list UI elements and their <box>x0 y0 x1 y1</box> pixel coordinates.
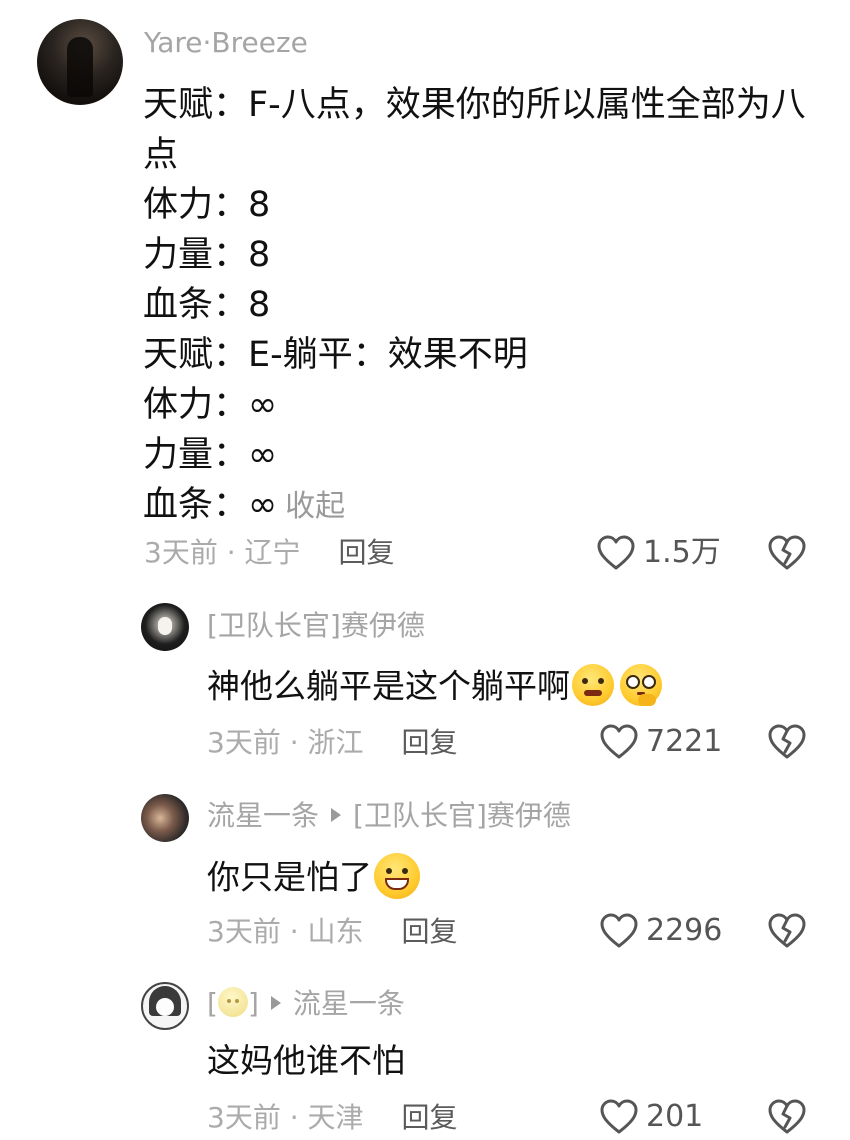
triangle-right-icon <box>331 808 342 822</box>
broken-heart-icon <box>768 535 806 570</box>
reply-location: 天津 <box>307 1101 364 1134</box>
reply-meta: 3天前 · 山东 回复 <box>207 918 458 946</box>
grin-emoji-icon <box>374 853 420 899</box>
grimace-emoji-icon <box>572 664 614 706</box>
comment-meta: 3天前 · 辽宁 回复 <box>144 539 395 567</box>
reply-time: 3天前 <box>207 915 281 948</box>
thinking-emoji-icon <box>620 664 662 706</box>
avatar[interactable] <box>141 603 189 651</box>
meta-separator: · <box>280 915 308 948</box>
reply-meta: 3天前 · 浙江 回复 <box>207 729 458 757</box>
collapse-link[interactable]: 收起 <box>285 489 345 524</box>
comment-thread: Yare·Breeze 天赋：F-八点，效果你的所以属性全部为八 点 体力：8 … <box>0 0 850 1140</box>
comment-line: 点 <box>143 135 179 175</box>
triangle-right-icon <box>270 996 281 1010</box>
reply-body: 神他么躺平是这个躺平啊 <box>207 664 662 709</box>
comment-line: 天赋：E-躺平：效果不明 <box>143 335 528 375</box>
reply-body: 你只是怕了 <box>207 853 420 902</box>
heart-outline-icon <box>597 535 635 570</box>
reply-to-username[interactable]: [卫队长官]赛伊德 <box>353 799 571 832</box>
reply-text: 神他么躺平是这个躺平啊 <box>207 666 570 706</box>
broken-heart-icon <box>768 724 806 759</box>
like-count: 1.5万 <box>643 535 721 570</box>
comment-last-line: 血条：∞ 收起 <box>143 480 823 530</box>
reply-button[interactable]: 回复 <box>402 915 458 948</box>
comment-line: 体力：∞ <box>143 385 278 425</box>
reply-text: 这妈他谁不怕 <box>207 1041 405 1080</box>
comment-line: 血条：∞ <box>143 485 278 525</box>
meta-separator: · <box>280 1101 308 1134</box>
comment-line: 体力：8 <box>143 185 271 225</box>
reply-time: 3天前 <box>207 726 281 759</box>
like-count: 201 <box>646 1099 704 1134</box>
heart-outline-icon <box>600 1099 638 1134</box>
heart-outline-icon <box>600 913 638 948</box>
reply-location: 浙江 <box>307 726 364 759</box>
like-button[interactable]: 201 <box>600 1099 703 1135</box>
reply-button[interactable]: 回复 <box>339 536 395 569</box>
dislike-button[interactable] <box>768 535 806 571</box>
like-count: 2296 <box>646 913 723 948</box>
reply-button[interactable]: 回复 <box>402 726 458 759</box>
reply-username[interactable]: 流星一条 <box>207 799 319 832</box>
reply-header: [] 流星一条 <box>207 987 405 1020</box>
reply-username[interactable]: [卫队长官]赛伊德 <box>207 612 425 640</box>
comment-line: 力量：∞ <box>143 435 278 475</box>
reply-username-suffix: ] <box>247 987 259 1020</box>
comment-time: 3天前 <box>144 536 218 569</box>
dislike-button[interactable] <box>768 1099 806 1135</box>
dislike-button[interactable] <box>768 913 806 949</box>
meta-separator: · <box>280 726 308 759</box>
reply-text: 你只是怕了 <box>207 857 372 897</box>
reply-body: 这妈他谁不怕 <box>207 1044 405 1077</box>
expressionless-emoji-icon <box>217 987 248 1017</box>
comment-username[interactable]: Yare·Breeze <box>144 29 308 57</box>
broken-heart-icon <box>768 1099 806 1134</box>
avatar[interactable] <box>37 19 123 105</box>
avatar[interactable] <box>141 794 189 842</box>
like-button[interactable]: 7221 <box>600 724 722 760</box>
comment-location: 辽宁 <box>244 536 301 569</box>
reply-location: 山东 <box>307 915 364 948</box>
reply-username-prefix: [ <box>207 987 218 1020</box>
comment-line: 天赋：F-八点，效果你的所以属性全部为八 <box>143 85 806 125</box>
like-button[interactable]: 1.5万 <box>597 535 721 571</box>
heart-outline-icon <box>600 724 638 759</box>
reply-time: 3天前 <box>207 1101 281 1134</box>
comment-body: 天赋：F-八点，效果你的所以属性全部为八 点 体力：8 力量：8 血条：8 天赋… <box>143 80 823 530</box>
reply-meta: 3天前 · 天津 回复 <box>207 1104 458 1132</box>
comment-line: 力量：8 <box>143 235 271 275</box>
like-button[interactable]: 2296 <box>600 913 722 949</box>
dislike-button[interactable] <box>768 724 806 760</box>
meta-separator: · <box>217 536 245 569</box>
reply-to-username[interactable]: 流星一条 <box>293 987 405 1020</box>
reply-header: 流星一条 [卫队长官]赛伊德 <box>207 802 571 830</box>
comment-line: 血条：8 <box>143 285 271 325</box>
reply-button[interactable]: 回复 <box>402 1101 458 1134</box>
avatar[interactable] <box>141 982 189 1030</box>
broken-heart-icon <box>768 913 806 948</box>
like-count: 7221 <box>646 724 723 759</box>
